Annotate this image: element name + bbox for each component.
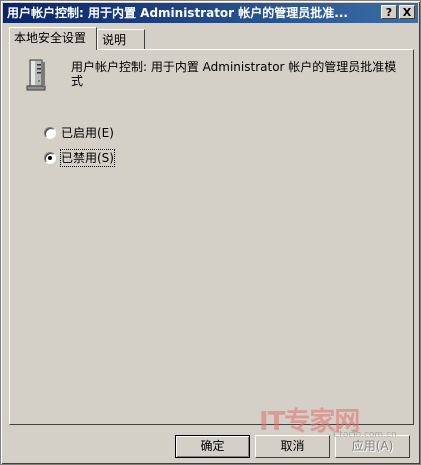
- policy-properties-dialog: 用户帐户控制: 用于内置 Administrator 帐户的管理员批准... ?…: [0, 0, 421, 465]
- server-computer-icon: [26, 59, 46, 91]
- tab-local-security-setting[interactable]: 本地安全设置: [9, 27, 97, 50]
- close-button[interactable]: X: [399, 5, 415, 19]
- radio-circle[interactable]: [44, 152, 56, 164]
- window-title: 用户帐户控制: 用于内置 Administrator 帐户的管理员批准...: [7, 6, 348, 20]
- tab-label: 说明: [102, 33, 127, 47]
- ok-button[interactable]: 确定: [175, 435, 250, 458]
- radio-enabled-label[interactable]: 已启用(E): [61, 125, 114, 141]
- site-watermark: IT专家网 Ctocio.com.cn: [259, 401, 399, 446]
- radio-circle[interactable]: [44, 127, 56, 139]
- radio-selected-dot: [48, 156, 52, 160]
- radio-disabled-label[interactable]: 已禁用(S): [60, 149, 115, 167]
- tab-label: 本地安全设置: [14, 31, 87, 45]
- help-button[interactable]: ?: [381, 5, 397, 19]
- title-bar[interactable]: 用户帐户控制: 用于内置 Administrator 帐户的管理员批准... ?…: [3, 3, 418, 23]
- tab-explain[interactable]: 说明: [97, 29, 145, 49]
- watermark-url: Ctocio.com.cn: [333, 430, 397, 440]
- policy-title: 用户帐户控制: 用于内置 Administrator 帐户的管理员批准模式: [71, 60, 397, 88]
- tab-panel: 用户帐户控制: 用于内置 Administrator 帐户的管理员批准模式 已启…: [9, 49, 414, 425]
